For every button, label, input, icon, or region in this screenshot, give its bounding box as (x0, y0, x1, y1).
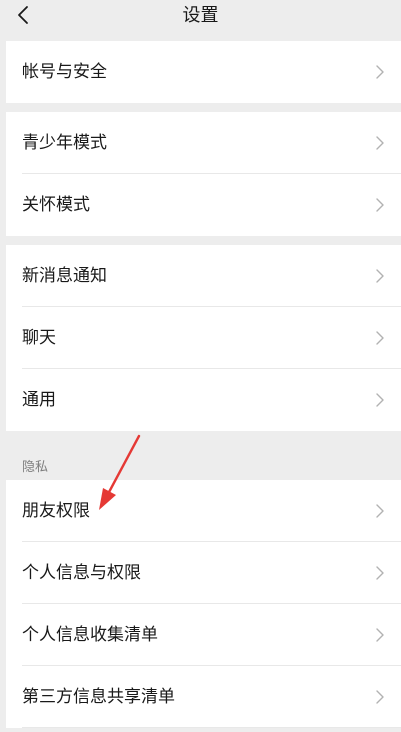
menu-item-label: 青少年模式 (22, 133, 107, 153)
page-title: 设置 (182, 5, 219, 26)
menu-item-label: 朋友权限 (22, 501, 90, 521)
menu-item-youth-mode[interactable]: 青少年模式 (6, 112, 401, 174)
menu-item-personal-info-permissions[interactable]: 个人信息与权限 (6, 542, 401, 604)
menu-item-label: 第三方信息共享清单 (22, 687, 175, 707)
chevron-right-icon (376, 136, 384, 150)
menu-item-label: 帐号与安全 (22, 62, 107, 82)
menu-item-general[interactable]: 通用 (6, 369, 401, 431)
section-title: 隐私 (22, 460, 49, 475)
chevron-right-icon (376, 566, 384, 580)
group-gap (6, 236, 401, 245)
menu-item-personal-info-collection-list[interactable]: 个人信息收集清单 (6, 604, 401, 666)
menu-item-chat[interactable]: 聊天 (6, 307, 401, 369)
chevron-right-icon (376, 628, 384, 642)
menu-item-friend-permissions[interactable]: 朋友权限 (6, 480, 401, 542)
chevron-right-icon (376, 198, 384, 212)
chevron-right-icon (376, 65, 384, 79)
menu-item-label: 个人信息收集清单 (22, 625, 158, 645)
chevron-right-icon (376, 331, 384, 345)
settings-list: 帐号与安全 青少年模式 关怀模式 新消息通知 聊天 通用 隐私 朋友权限 个人信… (6, 41, 401, 728)
menu-item-new-message-notification[interactable]: 新消息通知 (6, 245, 401, 307)
group-gap (6, 103, 401, 112)
menu-item-label: 关怀模式 (22, 195, 90, 215)
nav-bar: 设置 (0, 0, 401, 38)
menu-item-label: 聊天 (22, 328, 56, 348)
menu-item-care-mode[interactable]: 关怀模式 (6, 174, 401, 236)
section-header-privacy: 隐私 (6, 431, 401, 480)
chevron-right-icon (376, 269, 384, 283)
chevron-right-icon (376, 393, 384, 407)
menu-item-label: 新消息通知 (22, 266, 107, 286)
menu-item-label: 通用 (22, 390, 56, 410)
menu-item-account-security[interactable]: 帐号与安全 (6, 41, 401, 103)
chevron-right-icon (376, 504, 384, 518)
menu-item-third-party-sharing-list[interactable]: 第三方信息共享清单 (6, 666, 401, 728)
chevron-right-icon (376, 690, 384, 704)
menu-item-label: 个人信息与权限 (22, 563, 141, 583)
